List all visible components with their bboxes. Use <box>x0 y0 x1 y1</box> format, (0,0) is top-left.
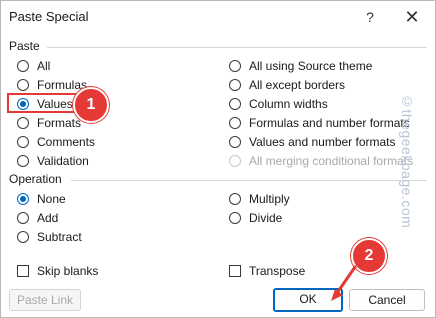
operation-group-divider <box>71 180 427 181</box>
radio-circle-selected <box>17 193 29 205</box>
radio-label: Values and number formats <box>249 135 396 149</box>
radio-circle <box>17 79 29 91</box>
radio-paste-comments[interactable]: Comments <box>17 133 95 151</box>
radio-circle <box>17 117 29 129</box>
radio-label: Comments <box>37 135 96 149</box>
radio-paste-formulas-number-formats[interactable]: Formulas and number formats <box>229 114 410 132</box>
checkbox-label: Skip blanks <box>37 264 99 278</box>
checkbox-skip-blanks[interactable]: Skip blanks <box>17 262 98 280</box>
step-2-arrow-icon <box>331 265 357 301</box>
radio-circle <box>17 231 29 243</box>
radio-label: All except borders <box>249 78 346 92</box>
radio-operation-subtract[interactable]: Subtract <box>17 228 82 246</box>
dialog-title: Paste Special <box>9 9 89 24</box>
step-1-badge: 1 <box>73 87 109 123</box>
radio-label: Column widths <box>249 97 328 111</box>
radio-label: Multiply <box>249 192 290 206</box>
radio-label: All <box>37 59 51 73</box>
radio-label: Add <box>37 211 59 225</box>
radio-paste-values-number-formats[interactable]: Values and number formats <box>229 133 396 151</box>
radio-circle <box>229 117 241 129</box>
checkbox-box <box>17 265 29 277</box>
radio-paste-validation[interactable]: Validation <box>17 152 89 170</box>
radio-operation-add[interactable]: Add <box>17 209 58 227</box>
checkbox-label: Transpose <box>249 264 306 278</box>
radio-operation-none[interactable]: None <box>17 190 66 208</box>
radio-circle <box>17 155 29 167</box>
radio-paste-all-source-theme[interactable]: All using Source theme <box>229 57 372 75</box>
radio-circle <box>17 60 29 72</box>
radio-label: Formats <box>37 116 82 130</box>
paste-link-button[interactable]: Paste Link <box>9 289 81 311</box>
radio-circle <box>229 212 241 224</box>
radio-label: None <box>37 192 66 206</box>
paste-group-label: Paste <box>9 39 44 53</box>
operation-group-label: Operation <box>9 172 66 186</box>
radio-circle <box>17 136 29 148</box>
radio-operation-divide[interactable]: Divide <box>229 209 282 227</box>
radio-circle <box>229 155 241 167</box>
radio-paste-all-except-borders[interactable]: All except borders <box>229 76 345 94</box>
radio-operation-multiply[interactable]: Multiply <box>229 190 290 208</box>
radio-circle <box>229 136 241 148</box>
checkbox-box <box>229 265 241 277</box>
close-button[interactable]: ✕ <box>399 5 425 29</box>
radio-label: Validation <box>37 154 89 168</box>
radio-paste-all[interactable]: All <box>17 57 50 75</box>
radio-paste-column-widths[interactable]: Column widths <box>229 95 328 113</box>
radio-circle <box>17 212 29 224</box>
radio-label: All using Source theme <box>249 59 373 73</box>
radio-label: Subtract <box>37 230 82 244</box>
radio-circle <box>229 79 241 91</box>
watermark-text: ©thegeekpage.com <box>399 93 415 229</box>
paste-special-dialog: Paste Special ? ✕ Paste All Formulas Val… <box>0 0 436 318</box>
radio-circle <box>229 193 241 205</box>
radio-circle <box>229 60 241 72</box>
radio-paste-formats[interactable]: Formats <box>17 114 81 132</box>
title-bar: Paste Special ? ✕ <box>1 1 436 33</box>
radio-label: Divide <box>249 211 283 225</box>
radio-paste-merging-conditional-formats: All merging conditional formats <box>229 152 413 170</box>
checkbox-transpose[interactable]: Transpose <box>229 262 305 280</box>
values-highlight-box <box>7 93 77 113</box>
paste-group-divider <box>47 47 427 48</box>
radio-paste-formulas[interactable]: Formulas <box>17 76 87 94</box>
radio-label: Formulas and number formats <box>249 116 410 130</box>
radio-circle <box>229 98 241 110</box>
help-button[interactable]: ? <box>359 7 381 27</box>
